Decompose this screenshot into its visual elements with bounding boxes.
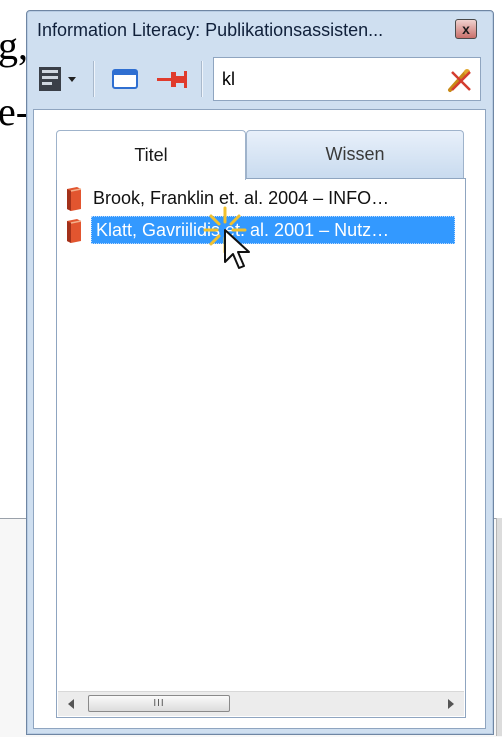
close-icon: x xyxy=(462,21,470,37)
search-box xyxy=(213,57,481,101)
scroll-left-button[interactable] xyxy=(60,692,82,716)
background-text-line: e- xyxy=(0,89,30,134)
title-bar[interactable]: Information Literacy: Publikationsassist… xyxy=(27,11,493,47)
window-icon xyxy=(112,69,138,89)
clear-search-icon xyxy=(448,69,471,92)
publication-assistant-window: Information Literacy: Publikationsassist… xyxy=(26,10,494,735)
background-pane-edge xyxy=(496,518,502,736)
clear-search-button[interactable] xyxy=(446,66,474,94)
arrow-left-icon xyxy=(68,699,74,709)
scroll-thumb[interactable]: III xyxy=(88,695,230,712)
mouse-cursor-icon xyxy=(203,206,250,269)
arrow-right-icon xyxy=(448,699,454,709)
close-button[interactable]: x xyxy=(455,19,477,39)
horizontal-scrollbar[interactable]: III xyxy=(58,691,464,716)
pin-icon xyxy=(157,71,187,88)
toolbar xyxy=(33,55,483,103)
view-menu-icon xyxy=(39,67,76,91)
tab-wissen[interactable]: Wissen xyxy=(246,130,464,178)
background-text-line: g, xyxy=(0,23,28,68)
book-icon xyxy=(67,187,82,211)
search-input[interactable] xyxy=(222,64,422,94)
book-icon xyxy=(67,219,82,243)
tab-titel[interactable]: Titel xyxy=(56,130,246,180)
window-title: Information Literacy: Publikationsassist… xyxy=(37,20,384,40)
pin-button[interactable] xyxy=(151,63,191,95)
view-menu-button[interactable] xyxy=(35,63,83,95)
window-button[interactable] xyxy=(107,63,143,95)
toolbar-separator xyxy=(201,61,202,97)
toolbar-separator xyxy=(93,61,94,97)
scroll-right-button[interactable] xyxy=(440,692,462,716)
